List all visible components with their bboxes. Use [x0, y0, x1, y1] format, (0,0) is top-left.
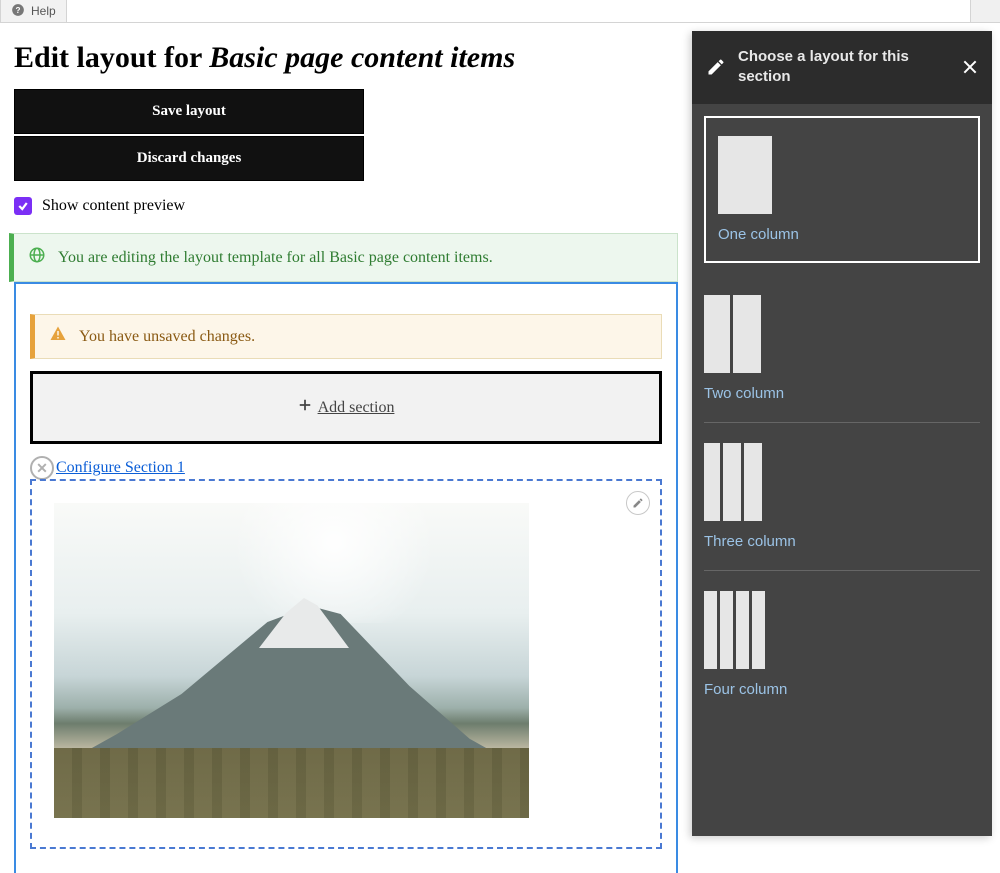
help-icon: ?: [11, 3, 25, 20]
add-section-link[interactable]: Add section: [298, 398, 395, 417]
status-info: You are editing the layout template for …: [9, 233, 678, 282]
page-title-prefix: Edit layout for: [14, 41, 209, 74]
section-header-row: ✕ Configure Section 1: [30, 456, 662, 480]
layout-builder-region: You have unsaved changes. Add section ✕ …: [14, 282, 678, 873]
layout-option-label: One column: [718, 226, 966, 243]
content-preview-image: [54, 503, 529, 818]
section-1-region[interactable]: [30, 479, 662, 849]
configure-section-link[interactable]: Configure Section 1: [56, 459, 185, 477]
panel-close-button[interactable]: [962, 59, 978, 75]
show-preview-checkbox[interactable]: [14, 197, 32, 215]
topbar-right-stub: [970, 0, 1000, 22]
layout-option-4col[interactable]: Four column: [704, 571, 980, 718]
layout-option-label: Three column: [704, 533, 980, 550]
remove-section-button[interactable]: ✕: [30, 456, 54, 480]
main-content: Edit layout for Basic page content items…: [0, 23, 692, 873]
help-tab[interactable]: ? Help: [0, 0, 67, 22]
layout-option-1col[interactable]: One column: [704, 116, 980, 263]
unsaved-warning: You have unsaved changes.: [30, 314, 662, 359]
discard-changes-button[interactable]: Discard changes: [14, 136, 364, 181]
help-label: Help: [31, 4, 56, 18]
layout-icon-2col: [704, 295, 980, 373]
add-section-label: Add section: [318, 399, 395, 417]
page-title: Edit layout for Basic page content items: [14, 41, 678, 75]
layout-option-3col[interactable]: Three column: [704, 423, 980, 571]
layout-icon-1col: [718, 136, 966, 214]
layout-chooser-panel: Choose a layout for this section One col…: [692, 31, 992, 836]
add-section-box[interactable]: Add section: [30, 371, 662, 444]
layout-icon-3col: [704, 443, 980, 521]
layout-option-label: Two column: [704, 385, 980, 402]
plus-icon: [298, 398, 312, 417]
action-buttons: Save layout Discard changes: [14, 89, 364, 181]
save-layout-button[interactable]: Save layout: [14, 89, 364, 134]
layout-option-2col[interactable]: Two column: [704, 275, 980, 423]
panel-header: Choose a layout for this section: [692, 31, 992, 104]
show-preview-row: Show content preview: [14, 197, 678, 215]
svg-text:?: ?: [16, 5, 21, 14]
status-text: You are editing the layout template for …: [58, 249, 493, 267]
layout-options-list: One column Two column Three column Four col…: [692, 104, 992, 730]
layout-icon-4col: [704, 591, 980, 669]
pencil-icon: [632, 497, 644, 509]
panel-title: Choose a layout for this section: [738, 47, 950, 88]
globe-icon: [28, 246, 46, 269]
pencil-icon: [706, 57, 726, 77]
layout-option-label: Four column: [704, 681, 980, 698]
warning-text: You have unsaved changes.: [79, 328, 255, 346]
show-preview-label: Show content preview: [42, 197, 185, 215]
top-toolbar: ? Help: [0, 0, 1000, 23]
edit-block-button[interactable]: [626, 491, 650, 515]
page-title-italic: Basic page content items: [209, 41, 515, 74]
warning-icon: [49, 325, 67, 348]
